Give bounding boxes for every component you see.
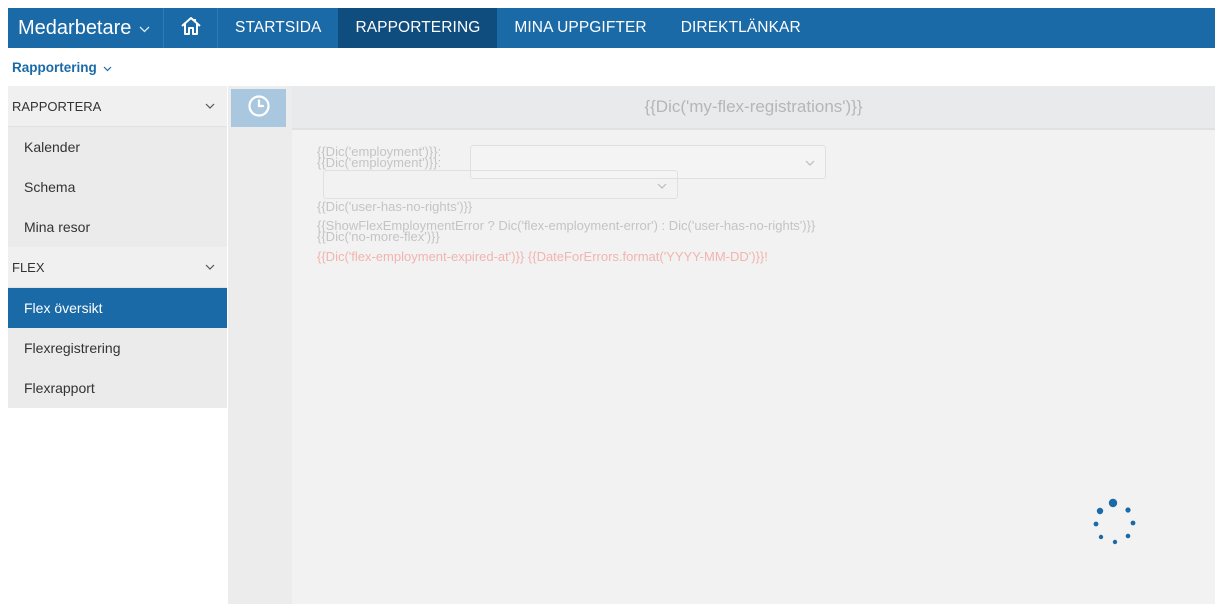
- page-title: {{Dic('my-flex-registrations')}}: [292, 86, 1215, 130]
- home-button[interactable]: [164, 8, 218, 48]
- clock-icon: [247, 94, 271, 123]
- sidebar-item-schema[interactable]: Schema: [8, 167, 227, 207]
- breadcrumb-rapportering[interactable]: Rapportering: [8, 60, 112, 75]
- sidebar-item-flexrapport[interactable]: Flexrapport: [8, 368, 227, 408]
- sidebar-item-kalender[interactable]: Kalender: [8, 127, 227, 167]
- nav-rapportering[interactable]: RAPPORTERING: [338, 8, 498, 48]
- home-icon: [180, 15, 202, 42]
- chevron-down-icon: [805, 153, 815, 171]
- page-icon-column: [228, 86, 292, 604]
- nav-startsida[interactable]: STARTSIDA: [218, 8, 338, 48]
- section-label: RAPPORTERA: [12, 98, 102, 114]
- breadcrumb-label: Rapportering: [12, 59, 97, 75]
- app-switcher[interactable]: Medarbetare: [8, 8, 164, 48]
- chevron-down-icon: [139, 20, 150, 36]
- sidebar-item-mina-resor[interactable]: Mina resor: [8, 207, 227, 247]
- sub-navigation-bar: Rapportering: [8, 48, 1215, 86]
- nav-direktlankar[interactable]: DIREKTLÄNKAR: [664, 8, 818, 48]
- clock-icon-box: [231, 89, 286, 127]
- employment-select-secondary[interactable]: [323, 170, 678, 199]
- employment-label: {{Dic('employment')}}:: [317, 155, 442, 170]
- sidebar-item-flex-oversikt[interactable]: Flex översikt: [8, 288, 227, 328]
- no-more-flex-message: {{Dic('no-more-flex')}}: [317, 229, 440, 244]
- app-switcher-label: Medarbetare: [18, 16, 132, 39]
- chevron-down-icon: [205, 103, 215, 109]
- chevron-down-icon: [205, 264, 215, 270]
- sidebar: RAPPORTERA Kalender Schema Mina resor FL…: [8, 86, 227, 604]
- no-rights-message: {{Dic('user-has-no-rights')}}: [317, 199, 473, 214]
- sidebar-section-flex[interactable]: FLEX: [8, 247, 227, 288]
- sidebar-item-flexregistrering[interactable]: Flexregistrering: [8, 328, 227, 368]
- nav-mina-uppgifter[interactable]: MINA UPPGIFTER: [497, 8, 663, 48]
- loading-spinner-icon: [1087, 497, 1139, 549]
- main-content: {{Dic('my-flex-registrations')}} {{Dic('…: [292, 86, 1215, 604]
- chevron-down-icon: [657, 176, 667, 194]
- top-navigation-bar: Medarbetare STARTSIDA RAPPORTERING MINA …: [8, 8, 1215, 48]
- sidebar-section-rapportera[interactable]: RAPPORTERA: [8, 86, 227, 127]
- flex-employment-expired-message: {{Dic('flex-employment-expired-at')}} {{…: [317, 249, 768, 264]
- section-label: FLEX: [12, 259, 45, 275]
- chevron-down-icon: [100, 63, 112, 75]
